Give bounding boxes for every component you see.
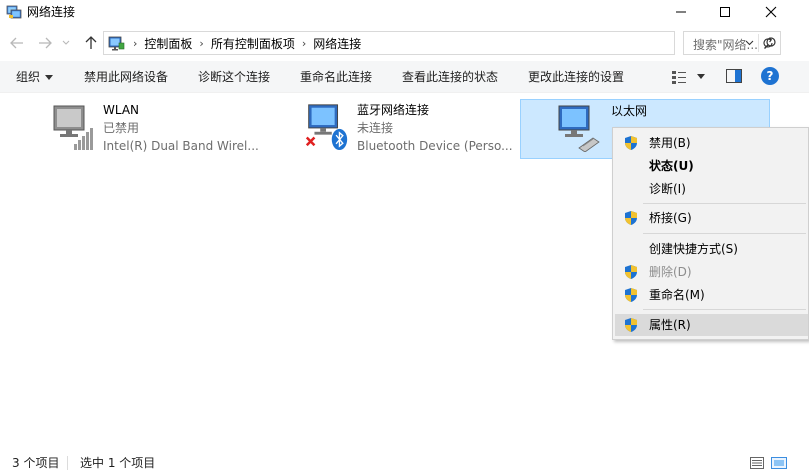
up-button[interactable] — [82, 33, 100, 53]
connection-name: WLAN — [103, 103, 140, 117]
breadcrumb-control-panel[interactable]: 控制面板 — [144, 35, 192, 52]
breadcrumb: › 控制面板 › 所有控制面板项 › 网络连接 — [130, 35, 361, 52]
details-view-icon[interactable] — [750, 457, 764, 469]
menu-item-diagnose[interactable]: 诊断(I) — [615, 178, 808, 200]
search-input[interactable]: 搜索"网络... — [693, 36, 758, 53]
maximize-button[interactable] — [704, 0, 746, 24]
search-box[interactable]: 搜索"网络... — [683, 31, 781, 55]
arrow-right-icon — [39, 37, 52, 49]
breadcrumb-separator-icon: › — [301, 37, 307, 50]
menu-separator — [643, 233, 806, 234]
recent-locations-button[interactable] — [60, 33, 72, 53]
title-bar: 网络连接 — [0, 0, 809, 26]
connection-item-bluetooth[interactable]: 蓝牙网络连接 未连接 Bluetooth Device (Perso... — [300, 99, 515, 159]
menu-item-label: 状态(U) — [649, 159, 694, 173]
preview-pane-icon[interactable] — [726, 69, 742, 83]
uac-shield-icon — [625, 288, 637, 302]
uac-shield-icon — [625, 265, 637, 279]
menu-item-properties[interactable]: 属性(R) — [615, 314, 808, 336]
help-icon: ? — [766, 69, 774, 83]
navigation-bar: › 控制面板 › 所有控制面板项 › 网络连接 搜索"网络... — [0, 29, 809, 57]
menu-item-create-shortcut[interactable]: 创建快捷方式(S) — [615, 238, 808, 260]
forward-button[interactable] — [36, 33, 54, 53]
menu-item-rename[interactable]: 重命名(M) — [615, 284, 808, 306]
connection-name: 蓝牙网络连接 — [357, 103, 430, 117]
connection-status: 已禁用 — [103, 121, 140, 135]
chevron-down-icon — [62, 40, 70, 45]
menu-item-bridge[interactable]: 桥接(G) — [615, 207, 808, 229]
help-button[interactable]: ? — [761, 67, 779, 85]
wifi-adapter-icon — [53, 105, 93, 150]
connection-status: 未连接 — [357, 121, 394, 135]
network-connections-window: 网络连接 › 控制面板 › 所有控制面板项 › 网络连接 搜索"网络... 组织… — [0, 0, 809, 474]
minimize-icon — [676, 11, 686, 13]
arrow-left-icon — [10, 37, 23, 49]
breadcrumb-network-connections[interactable]: 网络连接 — [313, 35, 361, 52]
menu-item-label: 删除(D) — [649, 265, 692, 279]
menu-separator — [643, 203, 806, 204]
menu-item-label: 属性(R) — [649, 318, 691, 332]
rename-connection-button[interactable]: 重命名此连接 — [300, 69, 372, 85]
uac-shield-icon — [625, 211, 637, 225]
connection-name: 以太网 — [611, 104, 648, 118]
change-settings-button[interactable]: 更改此连接的设置 — [528, 69, 624, 85]
menu-separator — [643, 309, 806, 310]
context-menu: 禁用(B) 状态(U) 诊断(I) 桥接(G) 创建快捷方式(S) 删除(D) … — [612, 127, 809, 340]
back-button[interactable] — [8, 33, 26, 53]
menu-item-delete: 删除(D) — [615, 261, 808, 283]
menu-item-label: 创建快捷方式(S) — [649, 242, 738, 256]
address-bar[interactable]: › 控制面板 › 所有控制面板项 › 网络连接 — [103, 31, 773, 55]
uac-shield-icon — [625, 318, 637, 332]
dropdown-triangle-icon — [45, 75, 54, 80]
disable-device-button[interactable]: 禁用此网络设备 — [84, 69, 168, 85]
network-connections-icon — [6, 5, 22, 19]
menu-item-label: 诊断(I) — [649, 182, 686, 196]
window-title: 网络连接 — [27, 5, 76, 19]
menu-item-disable[interactable]: 禁用(B) — [615, 132, 808, 154]
organize-menu[interactable]: 组织 — [16, 69, 54, 85]
arrow-up-icon — [85, 36, 97, 49]
change-view-icon[interactable] — [671, 69, 687, 85]
connection-device: Intel(R) Dual Band Wirel... — [103, 139, 259, 153]
close-button[interactable] — [750, 0, 792, 24]
diagnose-button[interactable]: 诊断这个连接 — [198, 69, 270, 85]
ethernet-adapter-icon — [558, 105, 600, 152]
search-icon — [764, 37, 776, 49]
status-divider — [67, 456, 68, 470]
view-options-dropdown-icon[interactable] — [697, 74, 705, 79]
control-panel-icon — [108, 36, 125, 51]
menu-item-label: 桥接(G) — [649, 211, 692, 225]
maximize-icon — [720, 7, 730, 17]
breadcrumb-separator-icon: › — [133, 37, 138, 50]
selected-count: 选中 1 个项目 — [80, 456, 156, 470]
close-icon — [765, 6, 777, 18]
connection-item-wlan[interactable]: WLAN 已禁用 Intel(R) Dual Band Wirel... — [44, 99, 274, 159]
menu-item-status[interactable]: 状态(U) — [615, 155, 808, 177]
large-icons-view-icon[interactable] — [771, 457, 787, 469]
connection-device: Bluetooth Device (Perso... — [357, 139, 513, 153]
menu-item-label: 重命名(M) — [649, 288, 705, 302]
status-bar: 3 个项目 选中 1 个项目 — [0, 452, 809, 474]
breadcrumb-separator-icon: › — [199, 37, 204, 50]
command-bar: 组织 禁用此网络设备 诊断这个连接 重命名此连接 查看此连接的状态 更改此连接的… — [0, 61, 809, 93]
view-status-button[interactable]: 查看此连接的状态 — [402, 69, 498, 85]
bluetooth-adapter-icon — [305, 104, 348, 151]
breadcrumb-all-items[interactable]: 所有控制面板项 — [211, 35, 295, 52]
uac-shield-icon — [625, 136, 637, 150]
item-count: 3 个项目 — [12, 456, 60, 470]
organize-label: 组织 — [16, 70, 41, 84]
minimize-button[interactable] — [660, 0, 702, 24]
menu-item-label: 禁用(B) — [649, 136, 691, 150]
